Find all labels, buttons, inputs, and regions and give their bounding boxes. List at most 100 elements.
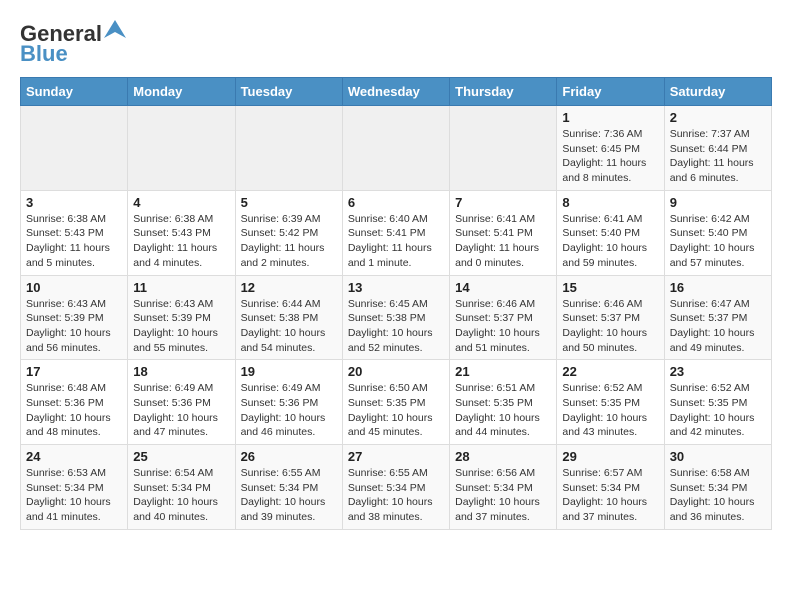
calendar-day-cell: 19Sunrise: 6:49 AM Sunset: 5:36 PM Dayli… [235,360,342,445]
calendar-day-cell: 15Sunrise: 6:46 AM Sunset: 5:37 PM Dayli… [557,275,664,360]
day-number: 29 [562,449,658,464]
logo-bird-icon [104,20,126,38]
weekday-header-saturday: Saturday [664,78,771,106]
calendar-day-cell: 6 Sunrise: 6:40 AM Sunset: 5:41 PM Daylig… [342,190,449,275]
calendar-day-cell: 22 Sunrise: 6:52 AM Sunset: 5:35 PM Dayli… [557,360,664,445]
day-info: Sunrise: 6:38 AM Sunset: 5:43 PM Dayligh… [133,212,229,271]
day-number: 12 [241,280,337,295]
day-info: Sunrise: 6:41 AM Sunset: 5:41 PM Dayligh… [455,212,551,271]
day-number: 11 [133,280,229,295]
day-info: Sunrise: 6:51 AM Sunset: 5:35 PM Dayligh… [455,381,551,440]
calendar-week-row: 1 Sunrise: 7:36 AM Sunset: 6:45 PM Daylig… [21,106,772,191]
calendar-day-cell: 21 Sunrise: 6:51 AM Sunset: 5:35 PM Dayli… [450,360,557,445]
day-info: Sunrise: 6:52 AM Sunset: 5:35 PM Dayligh… [670,381,766,440]
calendar-day-cell: 24 Sunrise: 6:53 AM Sunset: 5:34 PM Dayli… [21,445,128,530]
day-number: 24 [26,449,122,464]
day-info: Sunrise: 6:43 AM Sunset: 5:39 PM Dayligh… [26,297,122,356]
day-info: Sunrise: 6:46 AM Sunset: 5:37 PM Dayligh… [455,297,551,356]
weekday-header-monday: Monday [128,78,235,106]
day-number: 27 [348,449,444,464]
calendar-empty-cell [450,106,557,191]
weekday-header-tuesday: Tuesday [235,78,342,106]
calendar-day-cell: 3 Sunrise: 6:38 AM Sunset: 5:43 PM Daylig… [21,190,128,275]
calendar-day-cell: 10 Sunrise: 6:43 AM Sunset: 5:39 PM Dayli… [21,275,128,360]
weekday-header-friday: Friday [557,78,664,106]
calendar-day-cell: 14 Sunrise: 6:46 AM Sunset: 5:37 PM Dayli… [450,275,557,360]
day-info: Sunrise: 6:48 AM Sunset: 5:36 PM Dayligh… [26,381,122,440]
calendar-day-cell: 11 Sunrise: 6:43 AM Sunset: 5:39 PM Dayli… [128,275,235,360]
page-header: General Blue [20,20,772,67]
day-info: Sunrise: 6:44 AM Sunset: 5:38 PM Dayligh… [241,297,337,356]
day-number: 1 [562,110,658,125]
day-number: 14 [455,280,551,295]
calendar-day-cell: 4 Sunrise: 6:38 AM Sunset: 5:43 PM Daylig… [128,190,235,275]
day-number: 13 [348,280,444,295]
calendar-day-cell: 13 Sunrise: 6:45 AM Sunset: 5:38 PM Dayli… [342,275,449,360]
day-info: Sunrise: 6:52 AM Sunset: 5:35 PM Dayligh… [562,381,658,440]
day-number: 4 [133,195,229,210]
calendar-day-cell: 29 Sunrise: 6:57 AM Sunset: 5:34 PM Dayli… [557,445,664,530]
day-number: 17 [26,364,122,379]
day-number: 25 [133,449,229,464]
calendar-day-cell: 30Sunrise: 6:58 AM Sunset: 5:34 PM Dayli… [664,445,771,530]
day-info: Sunrise: 7:36 AM Sunset: 6:45 PM Dayligh… [562,127,658,186]
calendar-day-cell: 9 Sunrise: 6:42 AM Sunset: 5:40 PM Daylig… [664,190,771,275]
calendar-day-cell: 8Sunrise: 6:41 AM Sunset: 5:40 PM Daylig… [557,190,664,275]
day-number: 10 [26,280,122,295]
day-number: 23 [670,364,766,379]
day-info: Sunrise: 6:57 AM Sunset: 5:34 PM Dayligh… [562,466,658,525]
day-info: Sunrise: 6:53 AM Sunset: 5:34 PM Dayligh… [26,466,122,525]
calendar-week-row: 3 Sunrise: 6:38 AM Sunset: 5:43 PM Daylig… [21,190,772,275]
calendar-day-cell: 1 Sunrise: 7:36 AM Sunset: 6:45 PM Daylig… [557,106,664,191]
day-info: Sunrise: 6:46 AM Sunset: 5:37 PM Dayligh… [562,297,658,356]
calendar-day-cell: 23 Sunrise: 6:52 AM Sunset: 5:35 PM Dayli… [664,360,771,445]
calendar-day-cell: 16Sunrise: 6:47 AM Sunset: 5:37 PM Dayli… [664,275,771,360]
day-number: 6 [348,195,444,210]
day-info: Sunrise: 6:45 AM Sunset: 5:38 PM Dayligh… [348,297,444,356]
calendar-empty-cell [235,106,342,191]
calendar-table: SundayMondayTuesdayWednesdayThursdayFrid… [20,77,772,530]
calendar-header-row: SundayMondayTuesdayWednesdayThursdayFrid… [21,78,772,106]
calendar-day-cell: 12 Sunrise: 6:44 AM Sunset: 5:38 PM Dayli… [235,275,342,360]
day-number: 9 [670,195,766,210]
calendar-day-cell: 7 Sunrise: 6:41 AM Sunset: 5:41 PM Daylig… [450,190,557,275]
calendar-empty-cell [21,106,128,191]
day-number: 8 [562,195,658,210]
day-info: Sunrise: 6:40 AM Sunset: 5:41 PM Dayligh… [348,212,444,271]
day-info: Sunrise: 6:50 AM Sunset: 5:35 PM Dayligh… [348,381,444,440]
calendar-week-row: 10 Sunrise: 6:43 AM Sunset: 5:39 PM Dayli… [21,275,772,360]
day-number: 30 [670,449,766,464]
logo: General Blue [20,20,126,67]
calendar-week-row: 24 Sunrise: 6:53 AM Sunset: 5:34 PM Dayli… [21,445,772,530]
calendar-day-cell: 28Sunrise: 6:56 AM Sunset: 5:34 PM Dayli… [450,445,557,530]
calendar-empty-cell [342,106,449,191]
day-info: Sunrise: 6:43 AM Sunset: 5:39 PM Dayligh… [133,297,229,356]
day-info: Sunrise: 6:54 AM Sunset: 5:34 PM Dayligh… [133,466,229,525]
calendar-day-cell: 17 Sunrise: 6:48 AM Sunset: 5:36 PM Dayli… [21,360,128,445]
day-info: Sunrise: 6:55 AM Sunset: 5:34 PM Dayligh… [348,466,444,525]
day-number: 21 [455,364,551,379]
calendar-day-cell: 27 Sunrise: 6:55 AM Sunset: 5:34 PM Dayli… [342,445,449,530]
logo-text-blue: Blue [20,41,68,67]
day-number: 26 [241,449,337,464]
day-info: Sunrise: 6:39 AM Sunset: 5:42 PM Dayligh… [241,212,337,271]
calendar-day-cell: 5 Sunrise: 6:39 AM Sunset: 5:42 PM Daylig… [235,190,342,275]
day-info: Sunrise: 6:49 AM Sunset: 5:36 PM Dayligh… [133,381,229,440]
day-number: 7 [455,195,551,210]
calendar-day-cell: 18Sunrise: 6:49 AM Sunset: 5:36 PM Dayli… [128,360,235,445]
day-info: Sunrise: 6:38 AM Sunset: 5:43 PM Dayligh… [26,212,122,271]
day-info: Sunrise: 6:56 AM Sunset: 5:34 PM Dayligh… [455,466,551,525]
calendar-day-cell: 25 Sunrise: 6:54 AM Sunset: 5:34 PM Dayli… [128,445,235,530]
day-info: Sunrise: 6:49 AM Sunset: 5:36 PM Dayligh… [241,381,337,440]
day-number: 22 [562,364,658,379]
weekday-header-sunday: Sunday [21,78,128,106]
weekday-header-thursday: Thursday [450,78,557,106]
calendar-day-cell: 2Sunrise: 7:37 AM Sunset: 6:44 PM Daylig… [664,106,771,191]
day-info: Sunrise: 6:42 AM Sunset: 5:40 PM Dayligh… [670,212,766,271]
day-number: 2 [670,110,766,125]
calendar-day-cell: 20Sunrise: 6:50 AM Sunset: 5:35 PM Dayli… [342,360,449,445]
calendar-empty-cell [128,106,235,191]
day-number: 5 [241,195,337,210]
day-number: 3 [26,195,122,210]
day-info: Sunrise: 6:55 AM Sunset: 5:34 PM Dayligh… [241,466,337,525]
